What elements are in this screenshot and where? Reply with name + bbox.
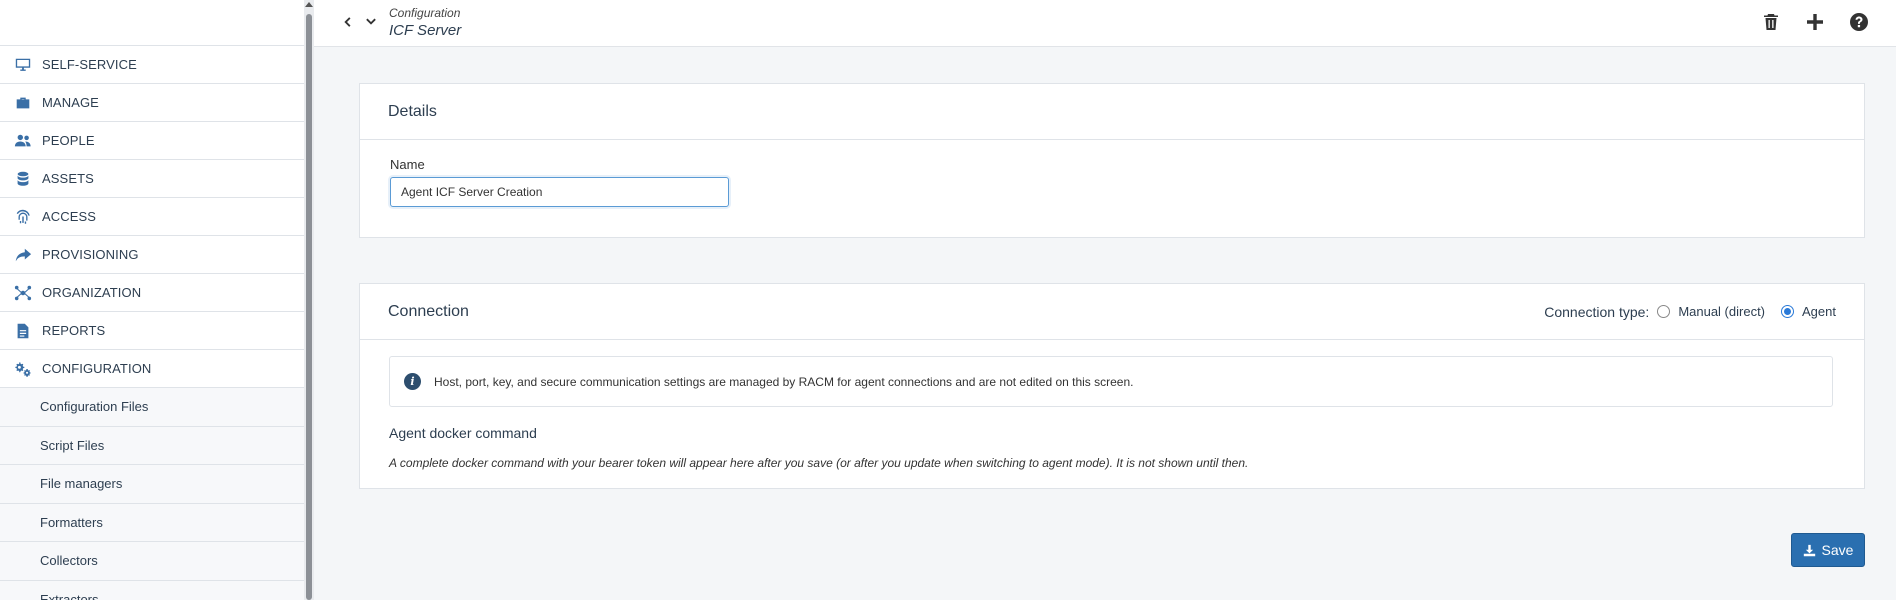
download-icon	[1803, 544, 1815, 556]
name-input[interactable]	[390, 177, 729, 207]
sidebar-subitem-label: Formatters	[40, 514, 103, 530]
share-arrow-icon	[12, 246, 34, 264]
connection-header: Connection Connection type: Manual (dire…	[360, 284, 1864, 340]
monitor-icon	[12, 56, 34, 74]
sidebar-item-label: REPORTS	[42, 323, 106, 338]
sidebar-header	[0, 0, 304, 46]
connection-panel: Connection Connection type: Manual (dire…	[359, 283, 1865, 489]
sidebar-item-label: CONFIGURATION	[42, 361, 152, 376]
save-button-label: Save	[1821, 542, 1854, 558]
sidebar-subitem-label: File managers	[40, 476, 123, 492]
users-icon	[12, 132, 34, 150]
details-title: Details	[388, 102, 437, 120]
save-button[interactable]: Save	[1791, 533, 1865, 567]
sidebar-item-label: SELF-SERVICE	[42, 57, 137, 72]
plus-icon[interactable]	[1804, 11, 1826, 33]
sidebar-item-self-service[interactable]: SELF-SERVICE	[0, 46, 304, 84]
details-panel: Details Name	[359, 83, 1865, 238]
network-icon	[12, 284, 34, 302]
radio-manual-direct-label[interactable]: Manual (direct)	[1678, 304, 1765, 319]
breadcrumb-parent[interactable]: Configuration	[389, 6, 461, 20]
sidebar-item-provisioning[interactable]: PROVISIONING	[0, 236, 304, 274]
info-icon: i	[404, 373, 421, 390]
sidebar-subitem-label: Configuration Files	[40, 399, 149, 415]
details-header: Details	[360, 84, 1864, 140]
sidebar-item-label: ASSETS	[42, 171, 94, 186]
sidebar-item-organization[interactable]: ORGANIZATION	[0, 274, 304, 312]
toolbox-icon	[12, 94, 34, 112]
sidebar-item-label: MANAGE	[42, 95, 99, 110]
name-label: Name	[390, 157, 425, 172]
page-title: ICF Server	[389, 22, 462, 39]
connection-type-group: Connection type: Manual (direct) Agent	[1544, 304, 1836, 320]
sidebar-item-label: PROVISIONING	[42, 247, 139, 262]
sidebar-item-manage[interactable]: MANAGE	[0, 84, 304, 122]
info-text: Host, port, key, and secure communicatio…	[434, 374, 1134, 389]
docker-command-note: A complete docker command with your bear…	[389, 456, 1249, 470]
sidebar-subitem-extractors[interactable]: Extractors	[0, 580, 304, 600]
sidebar-subitem-label: Script Files	[40, 437, 105, 453]
fingerprint-icon	[12, 208, 34, 226]
info-alert: i Host, port, key, and secure communicat…	[389, 356, 1833, 407]
sidebar-item-label: ORGANIZATION	[42, 285, 142, 300]
scroll-thumb[interactable]	[306, 14, 312, 600]
database-icon	[12, 170, 34, 188]
docker-command-heading: Agent docker command	[389, 425, 537, 441]
top-actions	[1760, 11, 1870, 33]
help-icon[interactable]	[1848, 11, 1870, 33]
sidebar-item-reports[interactable]: REPORTS	[0, 312, 304, 350]
sidebar-item-configuration[interactable]: CONFIGURATION	[0, 350, 304, 388]
history-nav	[338, 13, 380, 31]
sidebar: SELF-SERVICE MANAGE PEOPLE ASSETS ACCESS…	[0, 0, 304, 600]
radio-agent-label[interactable]: Agent	[1802, 304, 1836, 319]
sidebar-subitem-configuration-files[interactable]: Configuration Files	[0, 388, 304, 427]
connection-type-label: Connection type:	[1544, 303, 1650, 320]
sidebar-item-people[interactable]: PEOPLE	[0, 122, 304, 160]
radio-agent[interactable]	[1781, 305, 1795, 318]
gears-icon	[12, 360, 34, 378]
sidebar-subitem-file-managers[interactable]: File managers	[0, 465, 304, 504]
report-icon	[12, 322, 34, 340]
trash-icon[interactable]	[1760, 11, 1782, 33]
top-bar: Configuration ICF Server	[314, 0, 1896, 47]
sidebar-scrollbar[interactable]	[304, 0, 314, 600]
sidebar-subitem-label: Extractors	[40, 591, 99, 600]
sidebar-subitem-script-files[interactable]: Script Files	[0, 426, 304, 465]
sidebar-subitem-label: Collectors	[40, 553, 98, 569]
sidebar-item-label: ACCESS	[42, 209, 97, 224]
radio-manual-direct[interactable]	[1657, 305, 1671, 318]
sidebar-subitem-collectors[interactable]: Collectors	[0, 542, 304, 581]
sidebar-item-label: PEOPLE	[42, 133, 95, 148]
sidebar-item-access[interactable]: ACCESS	[0, 198, 304, 236]
back-icon[interactable]	[338, 13, 356, 31]
sidebar-subitem-formatters[interactable]: Formatters	[0, 503, 304, 542]
scroll-up-icon[interactable]	[305, 2, 313, 7]
chevron-down-icon[interactable]	[362, 13, 380, 31]
breadcrumb: Configuration ICF Server	[389, 6, 461, 39]
sidebar-item-assets[interactable]: ASSETS	[0, 160, 304, 198]
connection-title: Connection	[388, 302, 469, 320]
